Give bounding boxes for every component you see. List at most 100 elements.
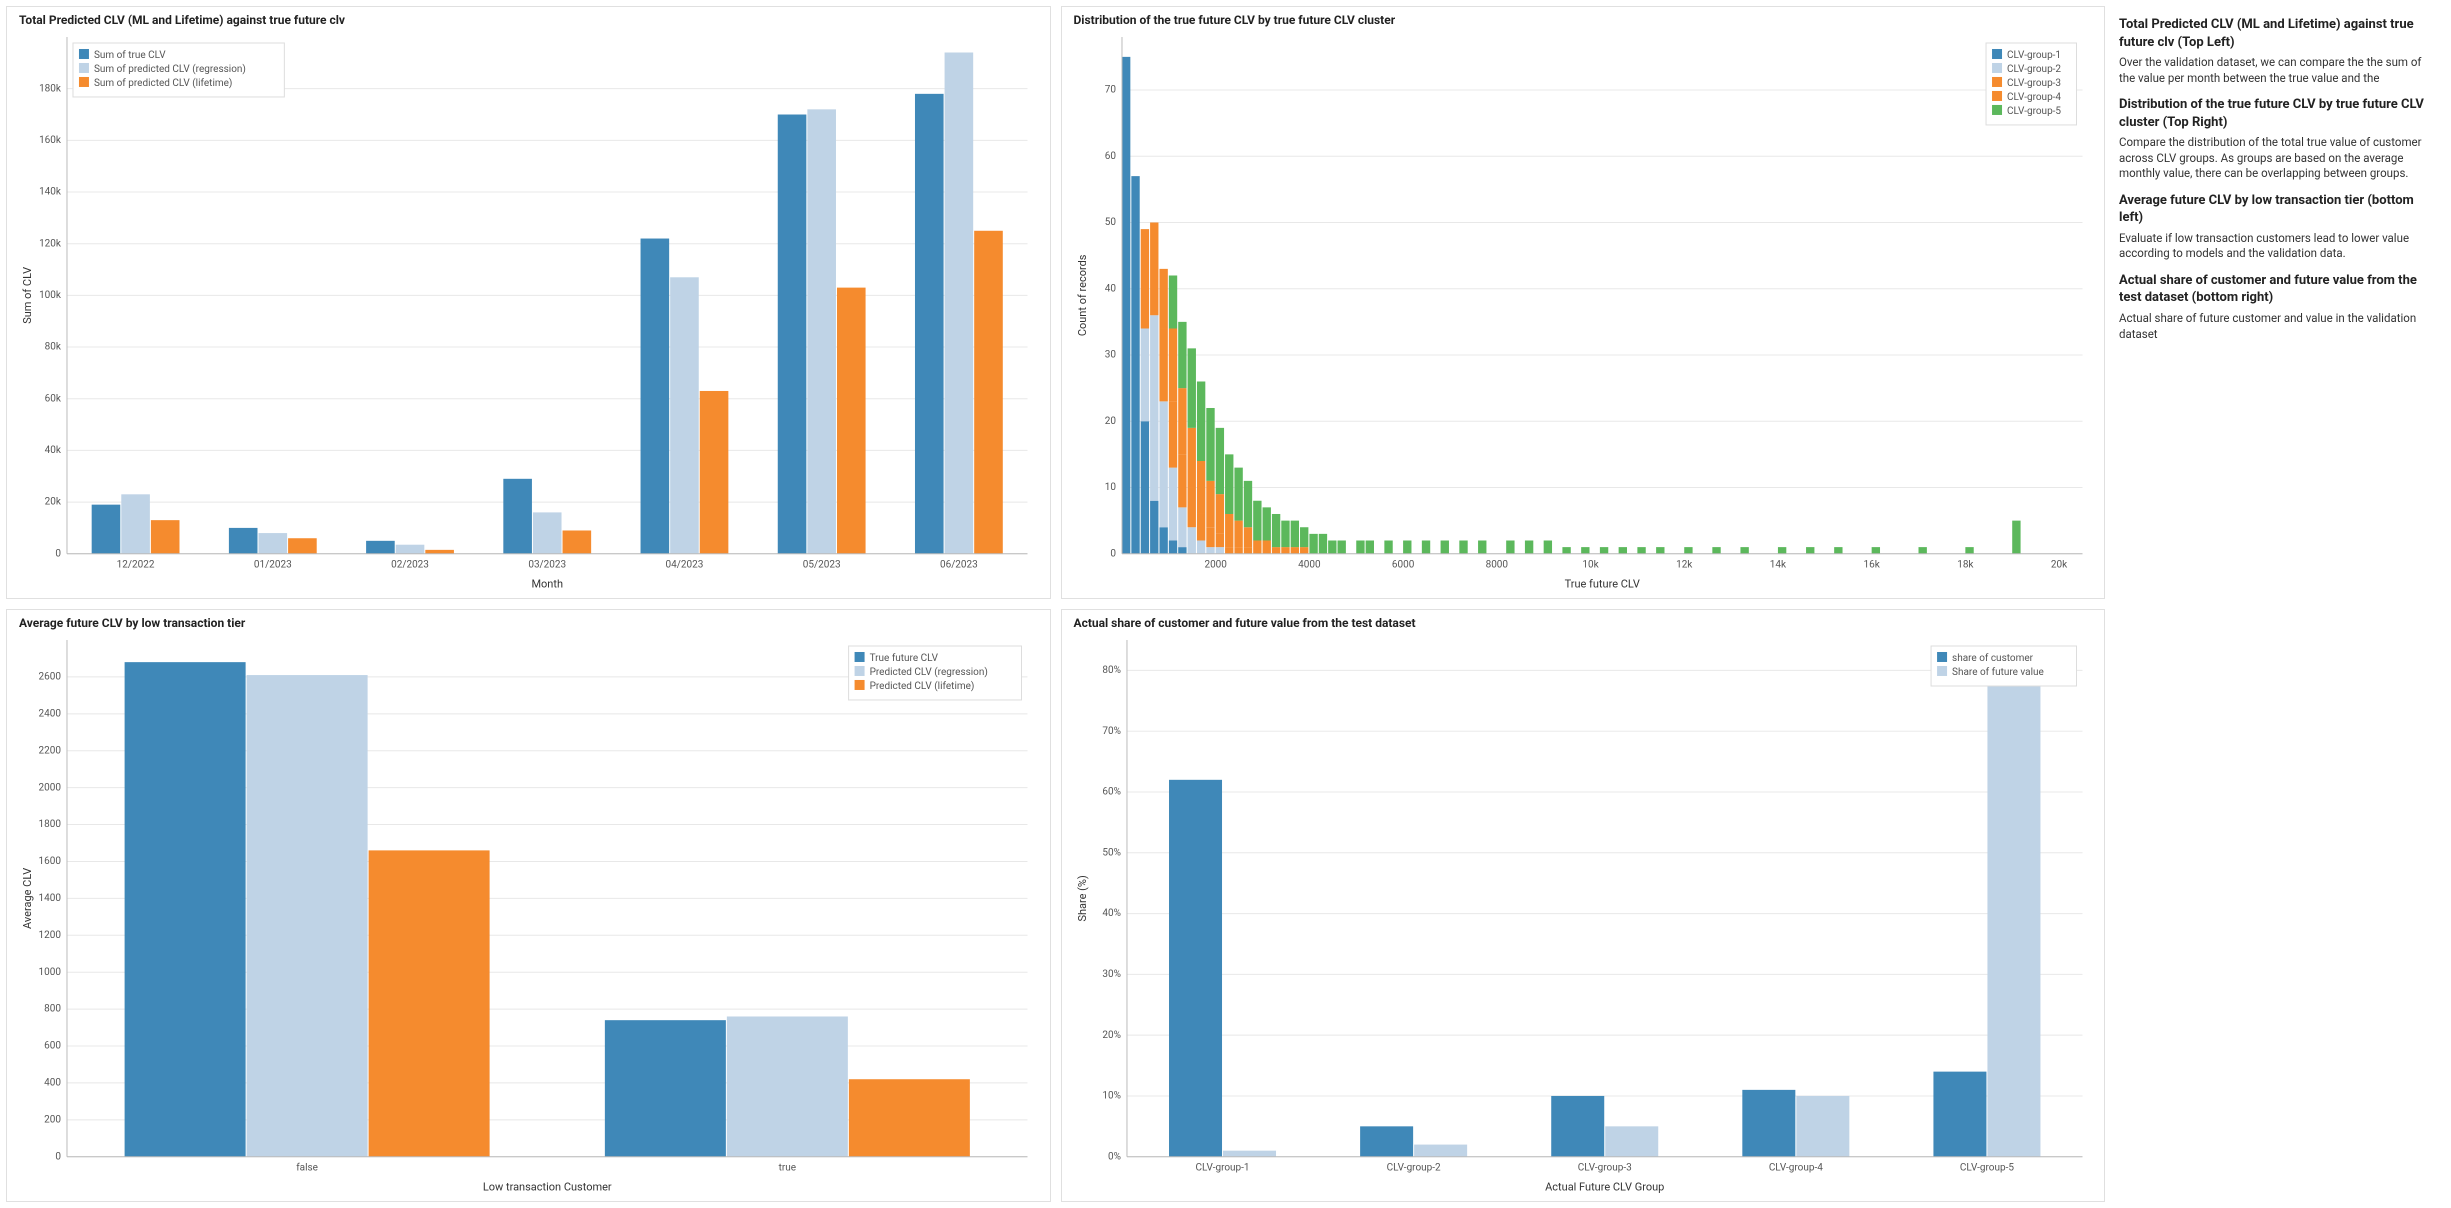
svg-text:CLV-group-2: CLV-group-2 <box>2007 64 2061 75</box>
svg-text:CLV-group-3: CLV-group-3 <box>2007 78 2061 89</box>
svg-text:Count of records: Count of records <box>1075 254 1088 336</box>
svg-text:80k: 80k <box>45 342 62 353</box>
svg-text:40k: 40k <box>45 445 62 456</box>
svg-text:0%: 0% <box>1108 1151 1121 1162</box>
svg-text:CLV-group-1: CLV-group-1 <box>1195 1163 1249 1174</box>
chart-bl: 0 200 400 600 800 1000 1200 1400 1600 1800 2000 220… <box>17 634 1039 1197</box>
svg-text:60: 60 <box>1104 151 1116 162</box>
charts-grid: Total Predicted CLV (ML and Lifetime) ag… <box>0 0 2111 1208</box>
svg-text:Sum of true CLV: Sum of true CLV <box>94 49 166 61</box>
svg-text:20k: 20k <box>2050 560 2067 571</box>
svg-text:18k: 18k <box>1957 560 1974 571</box>
svg-text:Predicted CLV (regression): Predicted CLV (regression) <box>870 666 988 678</box>
svg-text:50: 50 <box>1104 217 1116 228</box>
svg-text:100k: 100k <box>39 290 62 301</box>
svg-text:6000: 6000 <box>1391 560 1414 571</box>
svg-text:Predicted CLV (lifetime): Predicted CLV (lifetime) <box>870 680 975 692</box>
svg-text:CLV-group-5: CLV-group-5 <box>2007 106 2061 117</box>
svg-text:30: 30 <box>1104 350 1116 361</box>
svg-text:50%: 50% <box>1102 847 1121 858</box>
svg-text:0: 0 <box>55 548 61 559</box>
svg-text:0: 0 <box>55 1151 61 1162</box>
svg-text:20%: 20% <box>1102 1030 1121 1041</box>
sidebar-heading: Total Predicted CLV (ML and Lifetime) ag… <box>2119 16 2437 51</box>
sidebar-body: Over the validation dataset, we can comp… <box>2119 55 2437 86</box>
svg-text:2200: 2200 <box>39 745 62 756</box>
svg-text:140k: 140k <box>39 187 62 198</box>
svg-text:40: 40 <box>1104 283 1116 294</box>
panel-top-right: Distribution of the true future CLV by t… <box>1061 6 2106 599</box>
chart-br: 0%10%20%30%40%50%60%70%80%CLV-group-1CLV… <box>1072 634 2094 1197</box>
chart-tl: 020k40k60k80k100k120k140k160k180k12/2022… <box>17 31 1039 594</box>
panel-title: Average future CLV by low transaction ti… <box>19 616 1040 630</box>
sidebar-heading: Distribution of the true future CLV by t… <box>2119 96 2437 131</box>
svg-text:180k: 180k <box>39 83 62 94</box>
chart-tr: 010203040506070200040006000800010k12k14k… <box>1072 31 2094 594</box>
svg-text:70%: 70% <box>1102 726 1121 737</box>
svg-text:2000: 2000 <box>1204 560 1227 571</box>
svg-text:06/2023: 06/2023 <box>940 560 978 571</box>
svg-text:CLV-group-3: CLV-group-3 <box>1577 1163 1631 1174</box>
svg-text:Sum of predicted CLV (lifetime: Sum of predicted CLV (lifetime) <box>94 77 232 89</box>
svg-text:Average CLV: Average CLV <box>21 868 34 929</box>
svg-text:400: 400 <box>44 1078 61 1089</box>
svg-text:1600: 1600 <box>39 856 62 867</box>
svg-text:16k: 16k <box>1863 560 1880 571</box>
sidebar-body: Compare the distribution of the total tr… <box>2119 135 2437 182</box>
svg-text:80%: 80% <box>1102 665 1121 676</box>
svg-text:120k: 120k <box>39 238 62 249</box>
svg-text:60k: 60k <box>45 393 62 404</box>
svg-text:600: 600 <box>44 1041 61 1052</box>
svg-text:True future CLV: True future CLV <box>870 652 939 664</box>
svg-text:12k: 12k <box>1676 560 1693 571</box>
svg-text:04/2023: 04/2023 <box>666 560 704 571</box>
svg-text:05/2023: 05/2023 <box>803 560 841 571</box>
svg-text:10k: 10k <box>1582 560 1599 571</box>
sidebar: Total Predicted CLV (ML and Lifetime) ag… <box>2111 0 2451 1208</box>
svg-text:200: 200 <box>44 1114 61 1125</box>
svg-text:Low transaction Customer: Low transaction Customer <box>483 1181 612 1194</box>
svg-text:1800: 1800 <box>39 819 62 830</box>
svg-text:40%: 40% <box>1102 908 1121 919</box>
svg-text:2400: 2400 <box>39 708 62 719</box>
svg-text:Share (%): Share (%) <box>1075 875 1088 922</box>
svg-text:4000: 4000 <box>1298 560 1321 571</box>
svg-text:20: 20 <box>1104 416 1116 427</box>
svg-text:CLV-group-1: CLV-group-1 <box>2007 50 2061 61</box>
panel-title: Distribution of the true future CLV by t… <box>1074 13 2095 27</box>
svg-text:2000: 2000 <box>39 782 62 793</box>
svg-text:20k: 20k <box>45 497 62 508</box>
sidebar-heading: Actual share of customer and future valu… <box>2119 272 2437 307</box>
svg-text:Sum of CLV: Sum of CLV <box>21 267 34 324</box>
svg-text:160k: 160k <box>39 135 62 146</box>
svg-text:CLV-group-5: CLV-group-5 <box>1959 1163 2013 1174</box>
svg-text:01/2023: 01/2023 <box>254 560 292 571</box>
svg-text:CLV-group-4: CLV-group-4 <box>1768 1163 1822 1174</box>
svg-text:60%: 60% <box>1102 787 1121 798</box>
svg-text:True future CLV: True future CLV <box>1564 578 1639 591</box>
svg-text:CLV-group-2: CLV-group-2 <box>1386 1163 1440 1174</box>
svg-text:Month: Month <box>531 578 563 591</box>
svg-text:CLV-group-4: CLV-group-4 <box>2007 92 2061 103</box>
svg-text:03/2023: 03/2023 <box>528 560 566 571</box>
svg-text:2600: 2600 <box>39 672 62 683</box>
svg-text:true: true <box>779 1163 796 1174</box>
svg-text:Share of future value: Share of future value <box>1952 666 2044 678</box>
svg-text:10%: 10% <box>1102 1091 1121 1102</box>
svg-text:800: 800 <box>44 1004 61 1015</box>
panel-bottom-left: Average future CLV by low transaction ti… <box>6 609 1051 1202</box>
svg-text:0: 0 <box>1110 548 1116 559</box>
panel-top-left: Total Predicted CLV (ML and Lifetime) ag… <box>6 6 1051 599</box>
svg-text:10: 10 <box>1104 482 1116 493</box>
svg-text:14k: 14k <box>1769 560 1786 571</box>
svg-text:1000: 1000 <box>39 967 62 978</box>
sidebar-body: Actual share of future customer and valu… <box>2119 311 2437 342</box>
svg-text:share of customer: share of customer <box>1952 652 2034 664</box>
svg-text:70: 70 <box>1104 85 1116 96</box>
svg-text:1200: 1200 <box>39 930 62 941</box>
dashboard: Total Predicted CLV (ML and Lifetime) ag… <box>0 0 2451 1208</box>
svg-text:1400: 1400 <box>39 893 62 904</box>
svg-text:Actual Future CLV Group: Actual Future CLV Group <box>1545 1181 1664 1194</box>
panel-bottom-right: Actual share of customer and future valu… <box>1061 609 2106 1202</box>
sidebar-body: Evaluate if low transaction customers le… <box>2119 231 2437 262</box>
